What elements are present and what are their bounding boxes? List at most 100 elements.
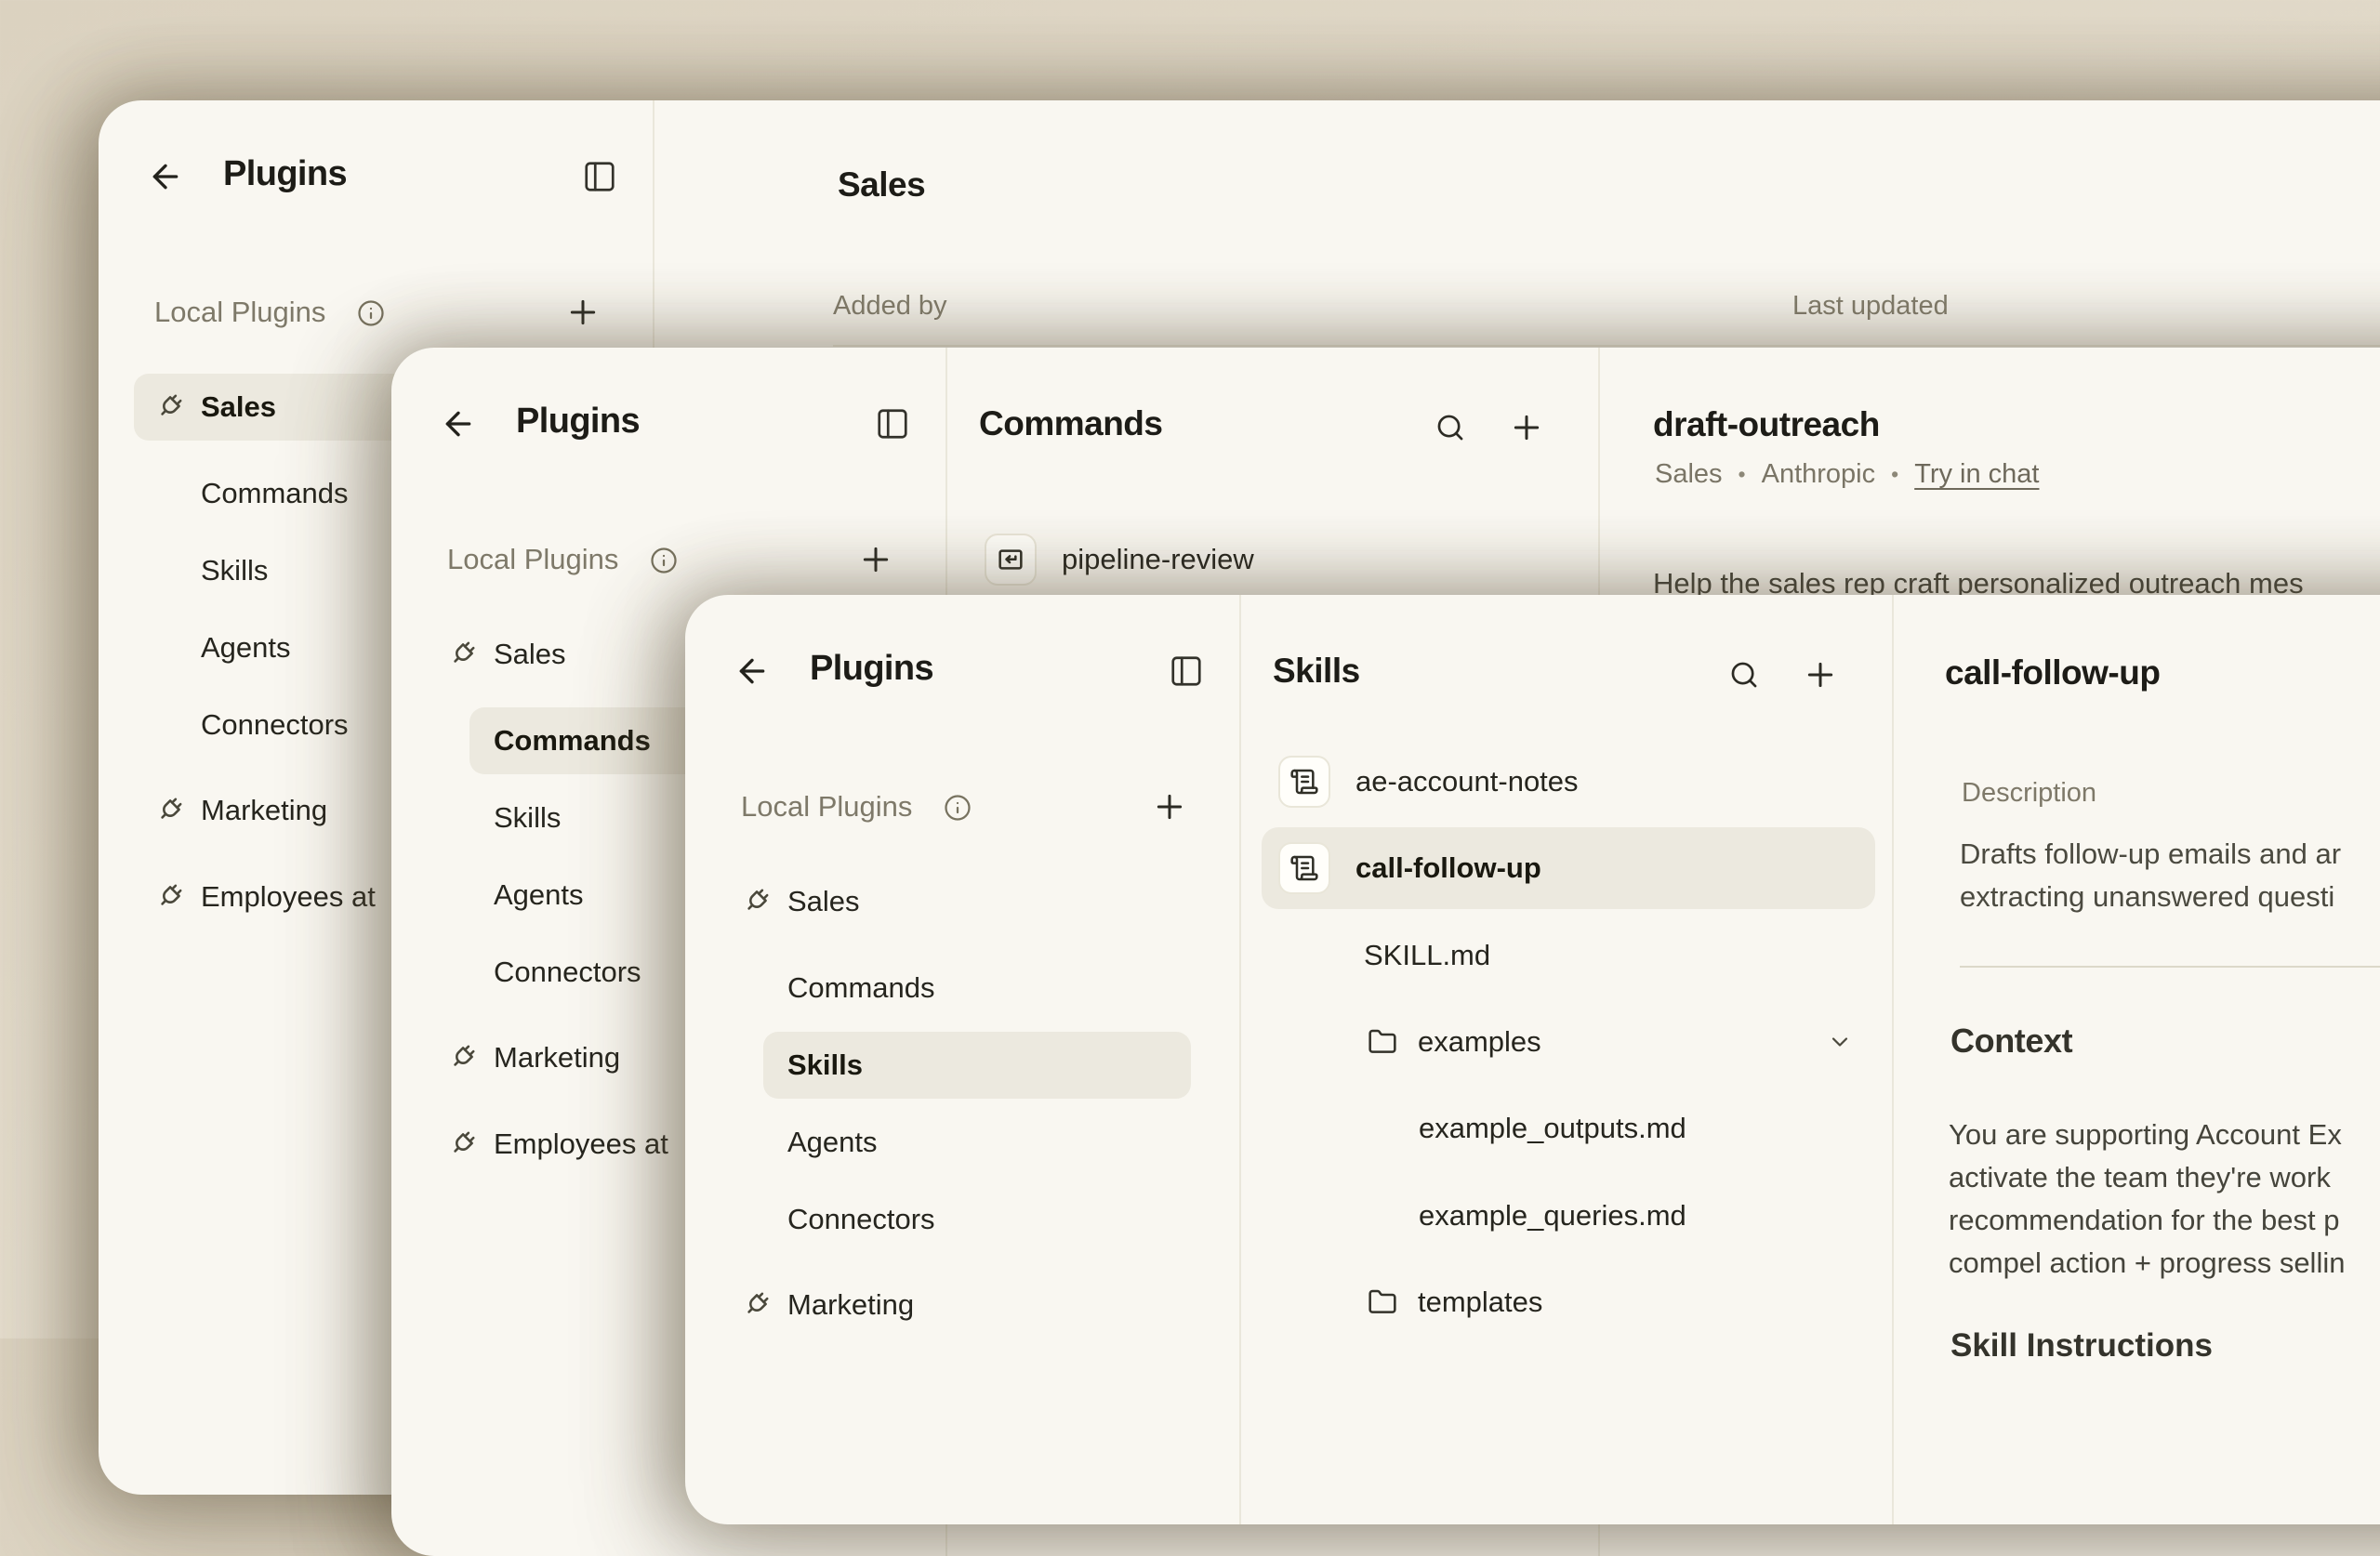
list-item-examples-folder[interactable]: examples	[1243, 1000, 1894, 1084]
back-icon[interactable]	[734, 653, 771, 690]
scroll-icon	[1278, 756, 1330, 808]
page-title: Plugins	[223, 154, 347, 194]
plugins-window-front: Plugins Local Plugins Sales Commands Ski…	[685, 595, 2380, 1524]
plug-icon	[445, 1127, 479, 1161]
sidebar-item-label: Connectors	[787, 1186, 935, 1253]
column-header-added-by: Added by	[833, 291, 947, 322]
context-heading: Context	[1950, 1022, 2072, 1061]
sidebar: Plugins Local Plugins Sales Commands Ski…	[685, 595, 1241, 1524]
folder-icon	[1368, 1027, 1397, 1057]
description-label: Description	[1962, 778, 2096, 809]
folder-label: examples	[1418, 1000, 1541, 1084]
sidebar-item-label: Skills	[201, 537, 268, 604]
sidebar-item-sales[interactable]: Sales	[685, 868, 1241, 935]
sidebar-item-label: Agents	[787, 1109, 878, 1176]
folder-icon	[1368, 1287, 1397, 1317]
search-icon[interactable]	[1435, 412, 1466, 443]
meta-plugin: Sales	[1655, 459, 1723, 490]
sidebar-item-label: Employees at	[494, 1111, 668, 1178]
info-icon[interactable]	[944, 794, 972, 822]
page-title: Plugins	[810, 649, 933, 689]
sidebar-item-label: Agents	[494, 862, 584, 929]
add-plugin-button[interactable]	[1151, 788, 1188, 825]
list-item-ae-account-notes[interactable]: ae-account-notes	[1243, 740, 1894, 824]
context-text: compel action + progress sellin	[1949, 1246, 2345, 1281]
list-item-pipeline-review[interactable]: pipeline-review	[949, 518, 1600, 601]
sidebar-item-label: Connectors	[201, 692, 349, 758]
plug-icon	[152, 390, 186, 424]
sidebar-item-skills[interactable]: Skills	[685, 1032, 1241, 1099]
add-plugin-button[interactable]	[564, 294, 602, 331]
back-icon[interactable]	[147, 158, 184, 195]
sidebar-item-label: Marketing	[494, 1024, 620, 1091]
sidebar-item-label: Marketing	[787, 1272, 914, 1338]
list-item-label: ae-account-notes	[1355, 740, 1579, 824]
sidebar-item-label: Marketing	[201, 777, 327, 844]
sidebar-item-label: Commands	[787, 955, 935, 1022]
sidebar-item-marketing[interactable]: Marketing	[685, 1272, 1241, 1338]
sidebar-item-label: Sales	[787, 868, 860, 935]
list-item-templates-folder[interactable]: templates	[1243, 1260, 1894, 1344]
folder-label: templates	[1418, 1260, 1542, 1344]
info-icon[interactable]	[650, 547, 678, 574]
list-item-label: call-follow-up	[1355, 826, 1541, 910]
skill-instructions-heading: Skill Instructions	[1950, 1327, 2213, 1365]
panel-toggle-icon[interactable]	[582, 159, 617, 194]
plug-icon	[445, 638, 479, 671]
add-plugin-button[interactable]	[857, 541, 894, 578]
plug-icon	[152, 794, 186, 827]
sidebar-item-label: Commands	[494, 707, 651, 774]
section-label: Local Plugins	[741, 790, 912, 824]
scroll-icon	[1278, 842, 1330, 894]
sidebar-item-label: Sales	[494, 621, 566, 688]
skills-panel: Skills ae-account-notes call-follow-up S…	[1243, 595, 1894, 1524]
sidebar-item-commands[interactable]: Commands	[685, 955, 1241, 1022]
section-label: Local Plugins	[154, 296, 325, 329]
description-text: Drafts follow-up emails and ar	[1960, 837, 2341, 872]
meta-org: Anthropic	[1762, 459, 1876, 490]
sidebar-item-label: Connectors	[494, 939, 641, 1006]
list-item-label: pipeline-review	[1062, 518, 1254, 601]
back-icon[interactable]	[440, 405, 477, 442]
add-command-button[interactable]	[1508, 409, 1545, 446]
command-title: draft-outreach	[1653, 405, 1880, 444]
column-header-last-updated: Last updated	[1792, 291, 1949, 322]
sidebar-item-label: Skills	[494, 785, 561, 851]
panel-title: Skills	[1273, 652, 1360, 691]
context-text: recommendation for the best p	[1949, 1203, 2339, 1238]
chevron-down-icon[interactable]	[1827, 1029, 1853, 1055]
file-label: example_outputs.md	[1419, 1087, 1686, 1170]
sidebar-item-label: Agents	[201, 614, 291, 681]
list-item-call-follow-up[interactable]: call-follow-up	[1243, 826, 1894, 910]
list-item-example-queries[interactable]: example_queries.md	[1243, 1174, 1894, 1258]
panel-toggle-icon[interactable]	[875, 406, 910, 442]
panel-title: Commands	[979, 404, 1162, 443]
sidebar-item-label: Employees at	[201, 864, 376, 930]
plugin-title: Sales	[838, 165, 925, 204]
sidebar-item-label: Skills	[787, 1032, 863, 1099]
dot-separator: •	[1739, 462, 1746, 487]
plug-icon	[445, 1041, 479, 1075]
sidebar-item-agents[interactable]: Agents	[685, 1109, 1241, 1176]
plug-icon	[739, 885, 773, 918]
info-icon[interactable]	[357, 299, 385, 327]
section-label: Local Plugins	[447, 543, 618, 576]
try-in-chat-link[interactable]: Try in chat	[1914, 459, 2039, 490]
skill-title: call-follow-up	[1945, 653, 2160, 692]
context-text: activate the team they're work	[1949, 1160, 2331, 1195]
search-icon[interactable]	[1728, 659, 1760, 691]
file-label: example_queries.md	[1419, 1174, 1686, 1258]
dot-separator: •	[1891, 462, 1898, 487]
add-skill-button[interactable]	[1802, 656, 1839, 693]
list-item-example-outputs[interactable]: example_outputs.md	[1243, 1087, 1894, 1170]
file-label: SKILL.md	[1364, 914, 1490, 997]
section-divider	[1960, 966, 2380, 968]
list-item-skill-md[interactable]: SKILL.md	[1243, 914, 1894, 997]
sidebar-item-connectors[interactable]: Connectors	[685, 1186, 1241, 1253]
sidebar-item-label: Sales	[201, 374, 276, 441]
page-title: Plugins	[516, 402, 640, 442]
panel-toggle-icon[interactable]	[1169, 653, 1204, 689]
return-icon	[985, 534, 1037, 586]
command-meta: Sales • Anthropic • Try in chat	[1655, 459, 2039, 490]
plug-icon	[739, 1288, 773, 1322]
